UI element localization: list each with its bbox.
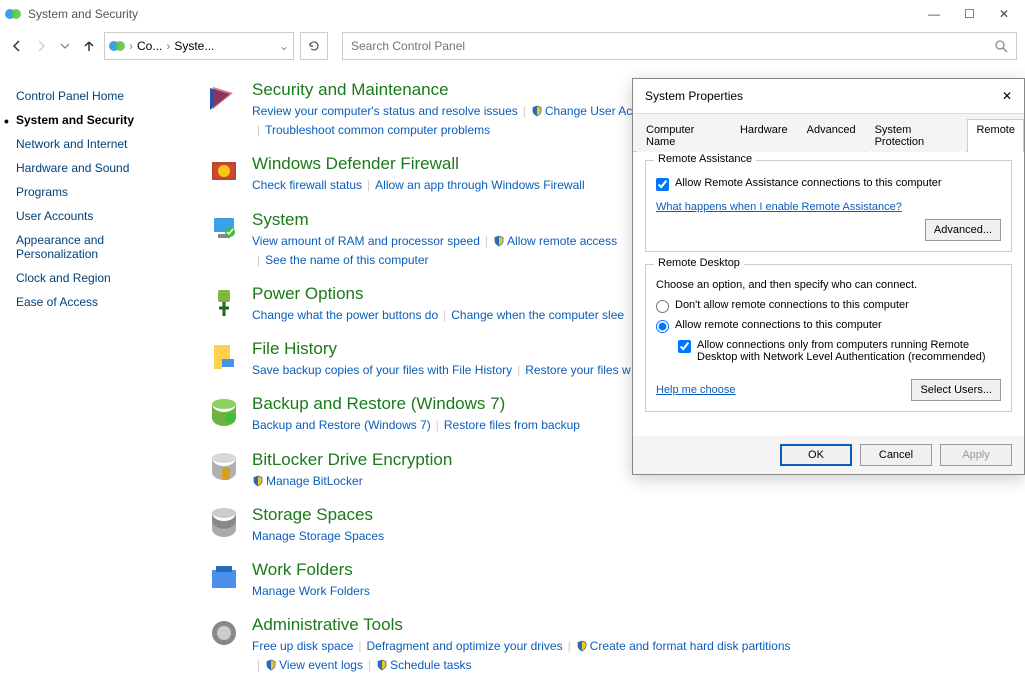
chevron-right-icon: › — [166, 39, 170, 53]
category-link[interactable]: Schedule tasks — [376, 658, 471, 672]
category-link[interactable]: Troubleshoot common computer problems — [265, 123, 490, 137]
breadcrumb-segment[interactable]: Syste... — [174, 39, 214, 53]
breadcrumb[interactable]: › Co... › Syste... ⌄ — [104, 32, 294, 60]
category-icon — [206, 615, 242, 651]
dialog-tab[interactable]: Hardware — [731, 119, 797, 152]
sidebar-item[interactable]: Programs — [16, 180, 186, 204]
category-title[interactable]: Administrative Tools — [252, 615, 1009, 635]
sidebar-item[interactable]: User Accounts — [16, 204, 186, 228]
category-link[interactable]: Allow an app through Windows Firewall — [375, 178, 584, 192]
category-link[interactable]: Allow remote access — [493, 234, 617, 248]
category-icon — [206, 560, 242, 596]
breadcrumb-root-icon — [109, 38, 125, 54]
category-link[interactable]: View event logs — [265, 658, 363, 672]
sidebar-item[interactable]: Network and Internet — [16, 132, 186, 156]
category-icon — [206, 154, 242, 190]
rd-nla-checkbox-input[interactable] — [678, 340, 691, 353]
category-title[interactable]: Storage Spaces — [252, 505, 1009, 525]
shield-icon — [493, 235, 505, 247]
rd-deny-radio[interactable]: Don't allow remote connections to this c… — [656, 299, 1001, 313]
category-link[interactable]: Manage BitLocker — [252, 474, 363, 488]
category-link[interactable]: Change what the power buttons do — [252, 308, 438, 322]
rd-group-label: Remote Desktop — [654, 257, 744, 269]
chevron-down-icon[interactable]: ⌄ — [279, 39, 289, 53]
dialog-ok-button[interactable]: OK — [780, 444, 852, 466]
window-title: System and Security — [28, 7, 928, 21]
category-link[interactable]: Create and format hard disk partitions — [576, 639, 791, 653]
category-icon — [206, 80, 242, 116]
search-icon[interactable] — [994, 39, 1008, 53]
maximize-button[interactable]: ☐ — [964, 7, 975, 21]
rd-allow-radio[interactable]: Allow remote connections to this compute… — [656, 319, 1001, 333]
ra-advanced-button[interactable]: Advanced... — [925, 219, 1001, 241]
shield-icon — [252, 475, 264, 487]
ra-allow-checkbox-input[interactable] — [656, 178, 669, 191]
category-link[interactable]: Change when the computer slee — [451, 308, 624, 322]
search-input[interactable] — [351, 39, 994, 53]
sidebar-item[interactable]: Hardware and Sound — [16, 156, 186, 180]
close-button[interactable]: ✕ — [999, 7, 1009, 21]
category-link[interactable]: See the name of this computer — [265, 253, 428, 267]
category-link[interactable]: View amount of RAM and processor speed — [252, 234, 480, 248]
up-button[interactable] — [80, 37, 98, 55]
shield-icon — [576, 640, 588, 652]
minimize-button[interactable]: — — [928, 7, 940, 21]
category-link[interactable]: Free up disk space — [252, 639, 353, 653]
shield-icon — [265, 659, 277, 671]
back-button[interactable] — [8, 37, 26, 55]
category-icon — [206, 210, 242, 246]
dialog-close-icon[interactable]: ✕ — [1002, 89, 1012, 103]
category-link[interactable]: Change User Ac — [531, 104, 632, 118]
sidebar-item[interactable]: Clock and Region — [16, 266, 186, 290]
rd-help-link[interactable]: Help me choose — [656, 384, 736, 396]
category-link[interactable]: Save backup copies of your files with Fi… — [252, 363, 512, 377]
forward-button[interactable] — [32, 37, 50, 55]
category-icon — [206, 284, 242, 320]
dialog-tab[interactable]: Computer Name — [637, 119, 730, 152]
category-icon — [206, 450, 242, 486]
refresh-button[interactable] — [300, 32, 328, 60]
dialog-cancel-button[interactable]: Cancel — [860, 444, 932, 466]
category-link[interactable]: Restore your files w — [525, 363, 630, 377]
rd-desc: Choose an option, and then specify who c… — [656, 279, 1001, 291]
category-link[interactable]: Manage Work Folders — [252, 584, 370, 598]
category-icon — [206, 394, 242, 430]
sidebar-item[interactable]: System and Security — [16, 108, 186, 132]
dialog-tab[interactable]: System Protection — [866, 119, 967, 152]
chevron-right-icon: › — [129, 39, 133, 53]
category-icon — [206, 505, 242, 541]
rd-allow-radio-input[interactable] — [656, 320, 669, 333]
breadcrumb-segment[interactable]: Co... — [137, 39, 162, 53]
sidebar-item[interactable]: Control Panel Home — [16, 84, 186, 108]
category-link[interactable]: Review your computer's status and resolv… — [252, 104, 518, 118]
category-link[interactable]: Check firewall status — [252, 178, 362, 192]
dialog-tab[interactable]: Remote — [967, 119, 1024, 152]
recent-button[interactable] — [56, 37, 74, 55]
shield-icon — [376, 659, 388, 671]
rd-nla-checkbox[interactable]: Allow connections only from computers ru… — [678, 339, 1001, 363]
category-title[interactable]: Work Folders — [252, 560, 1009, 580]
category-link[interactable]: Restore files from backup — [444, 418, 580, 432]
dialog-apply-button[interactable]: Apply — [940, 444, 1012, 466]
category-link[interactable]: Defragment and optimize your drives — [367, 639, 563, 653]
category-link[interactable]: Manage Storage Spaces — [252, 529, 384, 543]
ra-help-link[interactable]: What happens when I enable Remote Assist… — [656, 201, 902, 213]
category-link[interactable]: Backup and Restore (Windows 7) — [252, 418, 431, 432]
dialog-tab[interactable]: Advanced — [798, 119, 865, 152]
ra-group-label: Remote Assistance — [654, 153, 756, 165]
shield-icon — [531, 105, 543, 117]
sidebar-item[interactable]: Appearance and Personalization — [16, 228, 186, 266]
ra-allow-checkbox[interactable]: Allow Remote Assistance connections to t… — [656, 177, 1001, 191]
dialog-title: System Properties — [645, 89, 743, 103]
rd-select-users-button[interactable]: Select Users... — [911, 379, 1001, 401]
sidebar-item[interactable]: Ease of Access — [16, 290, 186, 314]
rd-deny-radio-input[interactable] — [656, 300, 669, 313]
app-icon — [4, 5, 22, 23]
category-icon — [206, 339, 242, 375]
